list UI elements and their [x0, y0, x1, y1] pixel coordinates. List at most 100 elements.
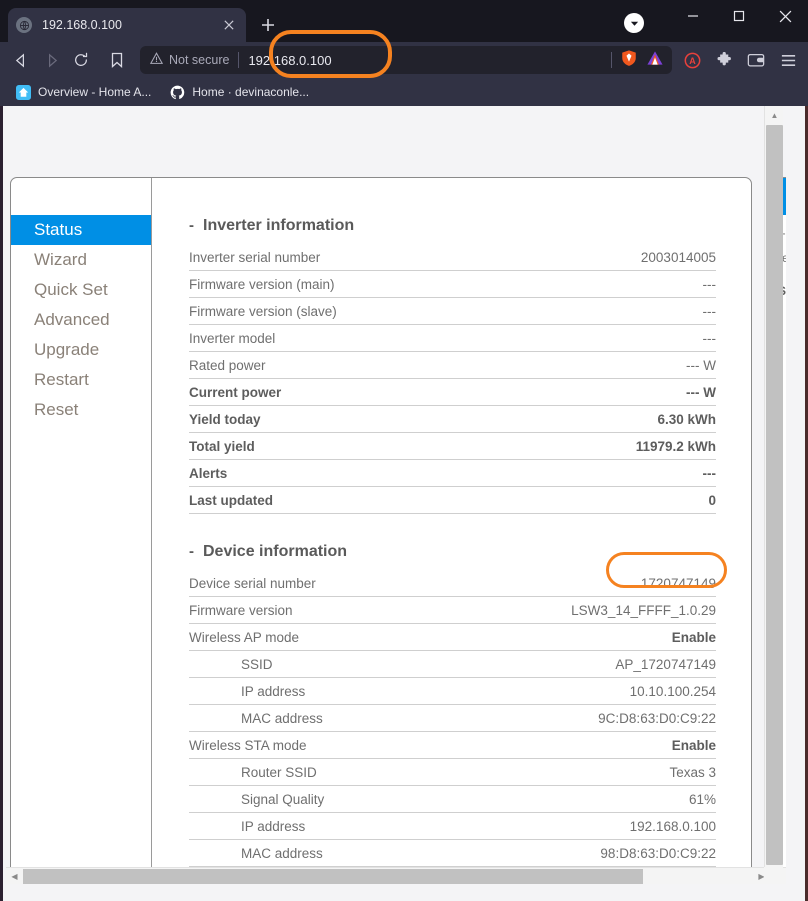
sidebar-item-label: Status — [34, 220, 83, 239]
address-bar[interactable]: Not secure 192.168.0.100 — [140, 46, 672, 74]
sidebar-item-wizard[interactable]: Wizard — [11, 245, 151, 275]
row-value: 0 — [530, 486, 716, 514]
table-row: Rated power --- W — [189, 351, 716, 379]
table-row: IP address 192.168.0.100 — [189, 812, 716, 840]
browser-tab[interactable]: 192.168.0.100 — [8, 8, 246, 42]
table-row: IP address 10.10.100.254 — [189, 677, 716, 705]
table-row: Inverter serial number 2003014005 — [189, 244, 716, 271]
row-value: 2003014005 — [530, 244, 716, 271]
table-row: Firmware version (main) --- — [189, 270, 716, 298]
horizontal-scrollbar[interactable]: ◀ ▶ — [6, 867, 786, 884]
row-value: --- — [530, 459, 716, 487]
horizontal-scrollbar-thumb[interactable] — [23, 869, 643, 884]
security-status[interactable]: Not secure — [149, 52, 229, 68]
browser-menu-icon[interactable] — [774, 46, 802, 74]
sidebar-item-status[interactable]: Status — [11, 215, 151, 245]
collapse-toggle-icon[interactable]: - — [189, 543, 194, 560]
row-value: 10.10.100.254 — [443, 677, 716, 705]
row-value: 11979.2 kWh — [530, 432, 716, 460]
sidebar-item-label: Quick Set — [34, 280, 108, 299]
sidebar-item-reset[interactable]: Reset — [11, 395, 151, 425]
reload-icon[interactable] — [66, 46, 96, 74]
table-row: Alerts --- — [189, 459, 716, 487]
globe-icon — [16, 17, 32, 33]
maximize-icon[interactable] — [716, 0, 762, 32]
omnibox-action-icons — [611, 49, 668, 72]
config-sidebar: Status Wizard Quick Set Advanced Upgrade — [11, 178, 152, 884]
row-label: Firmware version — [189, 596, 444, 624]
row-label: Wireless AP mode — [189, 623, 444, 651]
bookmark-item-home-assistant[interactable]: Overview - Home A... — [8, 82, 158, 102]
url-text[interactable]: 192.168.0.100 — [248, 53, 611, 68]
bookmark-item-github[interactable]: Home · devinaconle... — [162, 82, 316, 102]
table-row: Last updated 0 — [189, 486, 716, 514]
row-label: Last updated — [189, 486, 531, 514]
table-row: Device serial number 1720747149 — [189, 570, 716, 597]
row-value: 98:D8:63:D0:C9:22 — [443, 839, 716, 867]
navigation-toolbar: Not secure 192.168.0.100 A — [0, 42, 808, 78]
table-row: Wireless STA mode Enable — [189, 731, 716, 759]
table-row: MAC address 98:D8:63:D0:C9:22 — [189, 839, 716, 867]
home-assistant-icon — [15, 84, 31, 100]
sidebar-item-label: Advanced — [34, 310, 110, 329]
row-label: Device serial number — [189, 570, 444, 597]
section-title-text: Inverter information — [203, 217, 355, 234]
row-value: --- W — [530, 378, 716, 406]
new-tab-button[interactable] — [254, 11, 282, 39]
row-label: Firmware version (slave) — [189, 297, 531, 325]
inverter-information-table: Inverter serial number 2003014005 Firmwar… — [189, 244, 716, 514]
vertical-scrollbar-thumb[interactable] — [766, 125, 783, 865]
window-controls — [670, 0, 808, 42]
sidebar-item-label: Restart — [34, 370, 89, 389]
row-label: MAC address — [189, 839, 444, 867]
row-label: Total yield — [189, 432, 531, 460]
scroll-up-arrow-icon[interactable]: ▲ — [765, 106, 784, 124]
sidebar-item-restart[interactable]: Restart — [11, 365, 151, 395]
row-label: SSID — [189, 650, 444, 678]
svg-text:A: A — [689, 55, 696, 65]
sidebar-item-label: Upgrade — [34, 340, 100, 359]
brave-shields-lion-icon[interactable] — [620, 49, 638, 72]
row-label: Firmware version (main) — [189, 270, 531, 298]
window-close-icon[interactable] — [762, 0, 808, 32]
table-row: Current power --- W — [189, 378, 716, 406]
vertical-scrollbar[interactable]: ▲ ▼ — [764, 106, 783, 884]
router-config-card: Status Wizard Quick Set Advanced Upgrade — [10, 177, 752, 884]
brave-rewards-triangle-icon[interactable] — [646, 50, 664, 71]
web-page-content: Status Wizard Quick Set Advanced Upgrade — [3, 106, 786, 884]
section-title-text: Device information — [203, 543, 348, 560]
close-icon[interactable] — [220, 16, 238, 34]
extensions-puzzle-icon[interactable] — [710, 46, 738, 74]
browser-window: 192.168.0.100 Not secure 192.168.0.100 A… — [0, 0, 808, 901]
row-label: Current power — [189, 378, 531, 406]
wallet-icon[interactable] — [742, 46, 770, 74]
collapse-toggle-icon[interactable]: - — [189, 217, 194, 234]
device-information-table: Device serial number 1720747149 Firmware … — [189, 570, 716, 867]
row-value: LSW3_14_FFFF_1.0.29 — [443, 596, 716, 624]
scrollbar-corner — [764, 867, 783, 884]
adblock-icon[interactable]: A — [678, 46, 706, 74]
table-row: Total yield 11979.2 kWh — [189, 432, 716, 460]
page-viewport: Status Wizard Quick Set Advanced Upgrade — [0, 106, 808, 901]
row-label: Wireless STA mode — [189, 731, 444, 759]
table-row: Firmware version (slave) --- — [189, 297, 716, 325]
row-label: Inverter serial number — [189, 244, 531, 271]
row-label: Alerts — [189, 459, 531, 487]
tab-strip: 192.168.0.100 — [0, 0, 808, 42]
back-arrow-icon[interactable] — [6, 46, 36, 74]
bookmark-label: Overview - Home A... — [38, 85, 152, 99]
sidebar-item-upgrade[interactable]: Upgrade — [11, 335, 151, 365]
row-value: Enable — [443, 731, 716, 759]
table-row: Router SSID Texas 3 — [189, 758, 716, 786]
sidebar-item-label: Wizard — [34, 250, 87, 269]
chevron-down-circle-icon[interactable] — [624, 13, 644, 33]
table-row: MAC address 9C:D8:63:D0:C9:22 — [189, 704, 716, 732]
sidebar-item-label: Reset — [34, 400, 79, 419]
sidebar-item-quick-set[interactable]: Quick Set — [11, 275, 151, 305]
tab-title: 192.168.0.100 — [42, 18, 122, 32]
scroll-left-arrow-icon[interactable]: ◀ — [6, 868, 23, 884]
bookmark-icon[interactable] — [102, 46, 132, 74]
row-label: IP address — [189, 677, 444, 705]
minimize-icon[interactable] — [670, 0, 716, 32]
sidebar-item-advanced[interactable]: Advanced — [11, 305, 151, 335]
